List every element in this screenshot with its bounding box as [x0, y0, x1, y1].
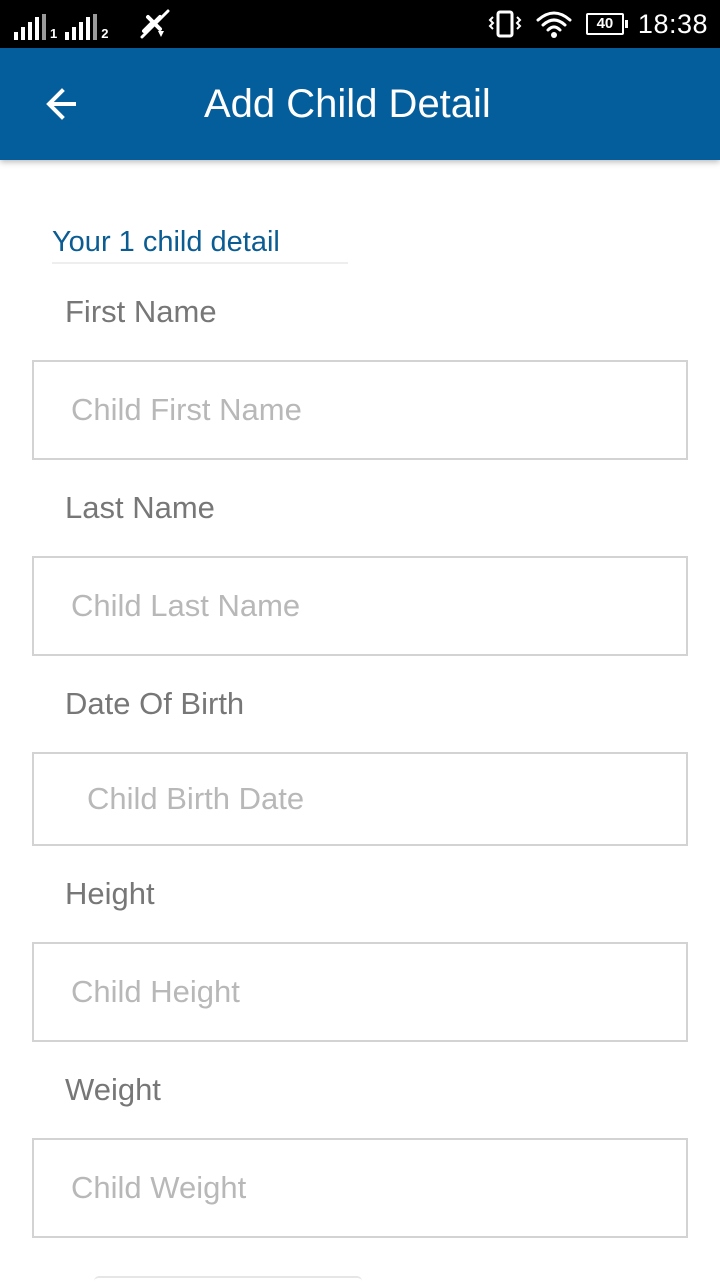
height-label: Height — [65, 876, 155, 911]
signal-icon — [14, 14, 46, 40]
sim1-label: 1 — [50, 26, 58, 41]
clock: 18:38 — [637, 8, 708, 39]
page-title: Add Child Detail — [204, 82, 491, 126]
sim2-label: 2 — [101, 26, 109, 41]
signal-indicators: 1 2 — [14, 10, 116, 40]
next-button-edge[interactable] — [94, 1276, 362, 1286]
vibrate-icon — [488, 10, 522, 38]
height-input[interactable] — [32, 942, 688, 1042]
back-button[interactable] — [40, 84, 88, 124]
wifi-icon — [536, 11, 572, 38]
date-of-birth-label: Date Of Birth — [65, 686, 245, 721]
signal-icon — [65, 14, 98, 40]
arrow-left-icon — [46, 88, 76, 120]
section-title: Your 1 child detail — [52, 226, 280, 258]
weight-input[interactable] — [32, 1138, 688, 1238]
app-bar: Add Child Detail — [0, 48, 720, 160]
last-name-input[interactable] — [32, 556, 688, 656]
section-divider — [52, 262, 348, 264]
status-bar: 1 2 40 18:38 — [0, 0, 720, 48]
first-name-label: First Name — [65, 294, 217, 329]
last-name-label: Last Name — [65, 490, 215, 525]
first-name-input[interactable] — [32, 360, 688, 460]
weight-label: Weight — [65, 1072, 161, 1107]
no-sync-icon — [140, 9, 170, 39]
date-of-birth-input[interactable] — [32, 752, 688, 846]
battery-icon: 40 — [585, 13, 628, 35]
